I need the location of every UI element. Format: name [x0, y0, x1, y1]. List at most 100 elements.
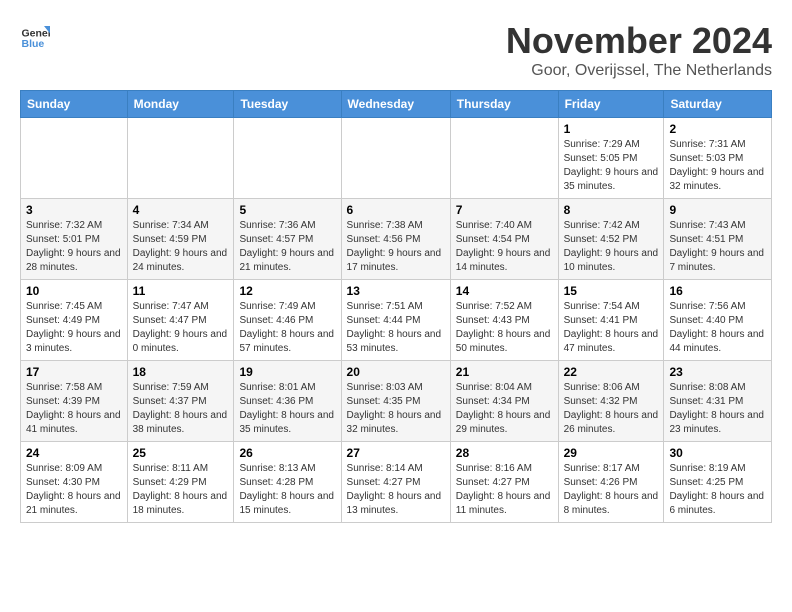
calendar-cell: 21 Sunrise: 8:04 AM Sunset: 4:34 PM Dayli…: [450, 361, 558, 442]
weekday-header-thursday: Thursday: [450, 91, 558, 118]
calendar-cell: 17 Sunrise: 7:58 AM Sunset: 4:39 PM Dayli…: [21, 361, 128, 442]
calendar-cell: 11 Sunrise: 7:47 AM Sunset: 4:47 PM Dayli…: [127, 280, 234, 361]
calendar-cell: 24 Sunrise: 8:09 AM Sunset: 4:30 PM Dayli…: [21, 442, 128, 523]
day-info: Sunrise: 7:36 AM Sunset: 4:57 PM Dayligh…: [239, 219, 335, 275]
day-number: 19: [239, 365, 335, 379]
calendar-cell: 29Sunrise: 8:17 AM Sunset: 4:26 PM Dayli…: [558, 442, 664, 523]
calendar-cell: 1 Sunrise: 7:29 AM Sunset: 5:05 PM Daylig…: [558, 118, 664, 199]
calendar-cell: [21, 118, 128, 199]
day-info: Sunrise: 7:59 AM Sunset: 4:37 PM Dayligh…: [133, 381, 229, 437]
calendar-week-row: 24 Sunrise: 8:09 AM Sunset: 4:30 PM Dayli…: [21, 442, 772, 523]
day-number: 15: [564, 284, 659, 298]
day-number: 24: [26, 446, 122, 460]
day-info: Sunrise: 7:47 AM Sunset: 4:47 PM Dayligh…: [133, 300, 229, 356]
day-info: Sunrise: 8:03 AM Sunset: 4:35 PM Dayligh…: [347, 381, 445, 437]
title-block: November 2024 Goor, Overijssel, The Neth…: [506, 20, 772, 80]
calendar-cell: 9Sunrise: 7:43 AM Sunset: 4:51 PM Daylig…: [664, 199, 772, 280]
day-info: Sunrise: 7:51 AM Sunset: 4:44 PM Dayligh…: [347, 300, 445, 356]
day-number: 9: [669, 203, 766, 217]
day-number: 20: [347, 365, 445, 379]
calendar-week-row: 3Sunrise: 7:32 AM Sunset: 5:01 PM Daylig…: [21, 199, 772, 280]
day-info: Sunrise: 7:56 AM Sunset: 4:40 PM Dayligh…: [669, 300, 766, 356]
day-info: Sunrise: 8:11 AM Sunset: 4:29 PM Dayligh…: [133, 462, 229, 518]
weekday-header-monday: Monday: [127, 91, 234, 118]
logo: General Blue: [20, 20, 50, 50]
calendar-cell: [341, 118, 450, 199]
calendar-cell: [127, 118, 234, 199]
logo-icon: General Blue: [20, 20, 50, 50]
day-info: Sunrise: 7:29 AM Sunset: 5:05 PM Dayligh…: [564, 138, 659, 194]
calendar-week-row: 1 Sunrise: 7:29 AM Sunset: 5:05 PM Daylig…: [21, 118, 772, 199]
day-number: 21: [456, 365, 553, 379]
calendar-cell: 2 Sunrise: 7:31 AM Sunset: 5:03 PM Daylig…: [664, 118, 772, 199]
day-info: Sunrise: 7:45 AM Sunset: 4:49 PM Dayligh…: [26, 300, 122, 356]
day-number: 26: [239, 446, 335, 460]
day-number: 12: [239, 284, 335, 298]
day-info: Sunrise: 7:49 AM Sunset: 4:46 PM Dayligh…: [239, 300, 335, 356]
calendar-cell: 26 Sunrise: 8:13 AM Sunset: 4:28 PM Dayli…: [234, 442, 341, 523]
calendar-cell: 22Sunrise: 8:06 AM Sunset: 4:32 PM Dayli…: [558, 361, 664, 442]
day-info: Sunrise: 8:04 AM Sunset: 4:34 PM Dayligh…: [456, 381, 553, 437]
day-number: 18: [133, 365, 229, 379]
day-number: 6: [347, 203, 445, 217]
location-subtitle: Goor, Overijssel, The Netherlands: [506, 62, 772, 80]
day-number: 1: [564, 122, 659, 136]
day-number: 7: [456, 203, 553, 217]
day-number: 8: [564, 203, 659, 217]
day-number: 27: [347, 446, 445, 460]
calendar-cell: 14Sunrise: 7:52 AM Sunset: 4:43 PM Dayli…: [450, 280, 558, 361]
weekday-header-sunday: Sunday: [21, 91, 128, 118]
day-number: 2: [669, 122, 766, 136]
calendar-header-row: SundayMondayTuesdayWednesdayThursdayFrid…: [21, 91, 772, 118]
day-info: Sunrise: 7:31 AM Sunset: 5:03 PM Dayligh…: [669, 138, 766, 194]
day-info: Sunrise: 8:09 AM Sunset: 4:30 PM Dayligh…: [26, 462, 122, 518]
calendar-cell: 30 Sunrise: 8:19 AM Sunset: 4:25 PM Dayli…: [664, 442, 772, 523]
calendar-cell: 27 Sunrise: 8:14 AM Sunset: 4:27 PM Dayli…: [341, 442, 450, 523]
calendar-cell: 15 Sunrise: 7:54 AM Sunset: 4:41 PM Dayli…: [558, 280, 664, 361]
calendar-cell: 10Sunrise: 7:45 AM Sunset: 4:49 PM Dayli…: [21, 280, 128, 361]
day-info: Sunrise: 8:16 AM Sunset: 4:27 PM Dayligh…: [456, 462, 553, 518]
calendar-week-row: 17 Sunrise: 7:58 AM Sunset: 4:39 PM Dayli…: [21, 361, 772, 442]
calendar-cell: 20 Sunrise: 8:03 AM Sunset: 4:35 PM Dayli…: [341, 361, 450, 442]
calendar-cell: 3Sunrise: 7:32 AM Sunset: 5:01 PM Daylig…: [21, 199, 128, 280]
day-number: 30: [669, 446, 766, 460]
calendar-cell: [450, 118, 558, 199]
day-info: Sunrise: 7:32 AM Sunset: 5:01 PM Dayligh…: [26, 219, 122, 275]
calendar-cell: 28 Sunrise: 8:16 AM Sunset: 4:27 PM Dayli…: [450, 442, 558, 523]
day-number: 17: [26, 365, 122, 379]
day-info: Sunrise: 7:42 AM Sunset: 4:52 PM Dayligh…: [564, 219, 659, 275]
day-number: 16: [669, 284, 766, 298]
weekday-header-tuesday: Tuesday: [234, 91, 341, 118]
month-year-title: November 2024: [506, 20, 772, 62]
calendar-cell: 18 Sunrise: 7:59 AM Sunset: 4:37 PM Dayli…: [127, 361, 234, 442]
calendar-cell: 16 Sunrise: 7:56 AM Sunset: 4:40 PM Dayli…: [664, 280, 772, 361]
day-number: 11: [133, 284, 229, 298]
calendar-cell: 8 Sunrise: 7:42 AM Sunset: 4:52 PM Daylig…: [558, 199, 664, 280]
day-number: 25: [133, 446, 229, 460]
page-header: General Blue November 2024 Goor, Overijs…: [20, 20, 772, 80]
day-info: Sunrise: 7:38 AM Sunset: 4:56 PM Dayligh…: [347, 219, 445, 275]
day-info: Sunrise: 8:01 AM Sunset: 4:36 PM Dayligh…: [239, 381, 335, 437]
calendar-table: SundayMondayTuesdayWednesdayThursdayFrid…: [20, 90, 772, 523]
calendar-cell: 5Sunrise: 7:36 AM Sunset: 4:57 PM Daylig…: [234, 199, 341, 280]
day-info: Sunrise: 8:14 AM Sunset: 4:27 PM Dayligh…: [347, 462, 445, 518]
day-info: Sunrise: 7:40 AM Sunset: 4:54 PM Dayligh…: [456, 219, 553, 275]
svg-text:Blue: Blue: [22, 38, 45, 50]
weekday-header-saturday: Saturday: [664, 91, 772, 118]
calendar-cell: 12 Sunrise: 7:49 AM Sunset: 4:46 PM Dayli…: [234, 280, 341, 361]
calendar-cell: 19 Sunrise: 8:01 AM Sunset: 4:36 PM Dayli…: [234, 361, 341, 442]
day-info: Sunrise: 8:19 AM Sunset: 4:25 PM Dayligh…: [669, 462, 766, 518]
day-info: Sunrise: 7:54 AM Sunset: 4:41 PM Dayligh…: [564, 300, 659, 356]
weekday-header-friday: Friday: [558, 91, 664, 118]
day-info: Sunrise: 7:58 AM Sunset: 4:39 PM Dayligh…: [26, 381, 122, 437]
calendar-cell: [234, 118, 341, 199]
day-number: 28: [456, 446, 553, 460]
calendar-cell: 6 Sunrise: 7:38 AM Sunset: 4:56 PM Daylig…: [341, 199, 450, 280]
day-number: 14: [456, 284, 553, 298]
day-info: Sunrise: 8:08 AM Sunset: 4:31 PM Dayligh…: [669, 381, 766, 437]
day-info: Sunrise: 8:13 AM Sunset: 4:28 PM Dayligh…: [239, 462, 335, 518]
day-number: 29: [564, 446, 659, 460]
day-number: 13: [347, 284, 445, 298]
day-number: 23: [669, 365, 766, 379]
day-number: 4: [133, 203, 229, 217]
